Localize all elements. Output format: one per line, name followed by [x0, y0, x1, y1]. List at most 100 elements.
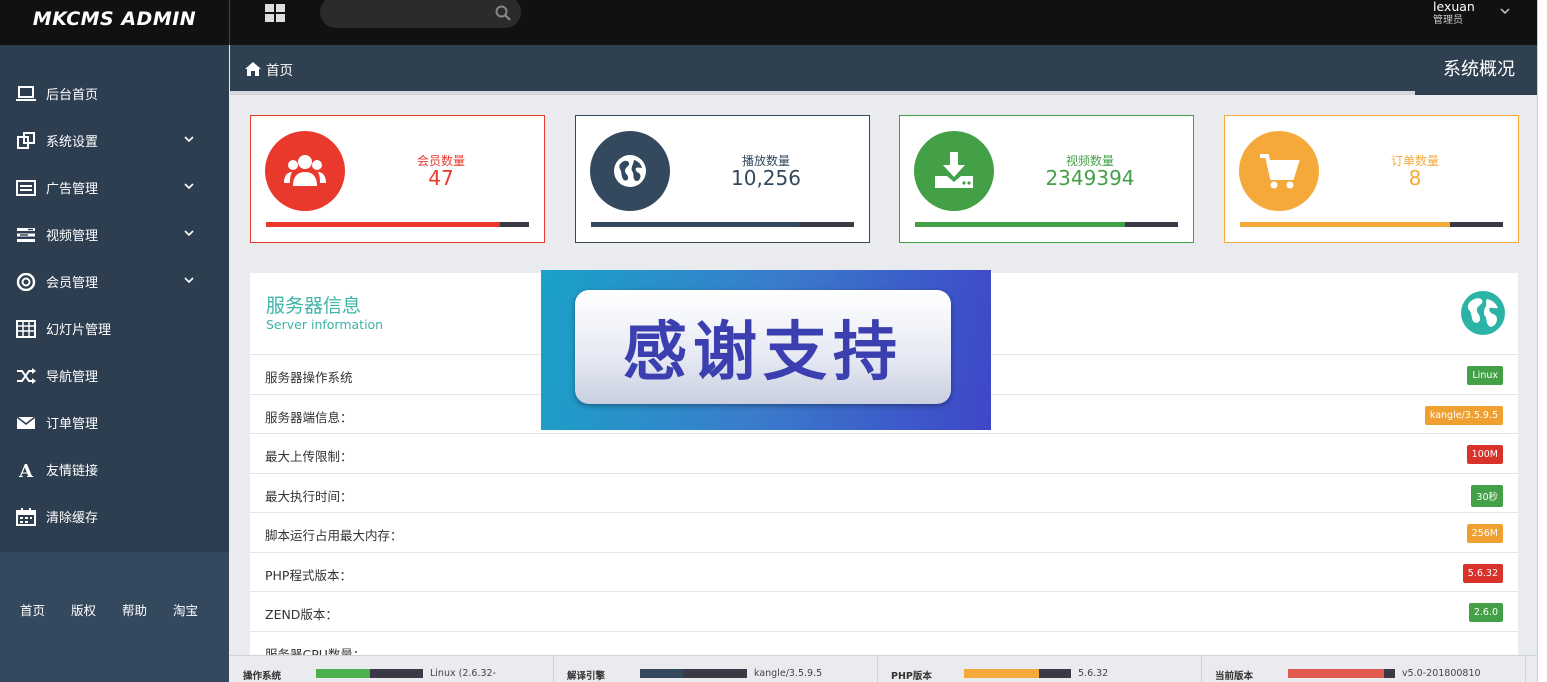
stat-card: 会员数量 47	[250, 115, 545, 243]
stat-value: 2349394	[1045, 166, 1135, 190]
row-label: PHP程式版本：	[265, 567, 352, 583]
stat-progress-fill	[1240, 222, 1451, 227]
download-icon	[935, 152, 973, 188]
table-row: PHP程式版本： 5.6.32	[250, 553, 1518, 592]
row-label: 最大执行时间：	[265, 488, 353, 504]
stat-progress-bar	[591, 222, 854, 227]
stat-value: 47	[428, 166, 454, 190]
globe-icon	[614, 155, 646, 187]
row-label: ZEND版本：	[265, 607, 338, 622]
sidebar-item-label: 友情链接	[46, 464, 99, 479]
status-value: v5.0-201800810	[1402, 668, 1481, 679]
footer-link[interactable]: 淘宝	[173, 600, 198, 619]
status-progress-fill	[1288, 669, 1385, 678]
cart-icon	[1260, 154, 1300, 189]
stat-icon-circle	[590, 131, 670, 211]
chevron-down-icon[interactable]	[183, 180, 195, 192]
users-icon	[284, 155, 326, 186]
user-menu[interactable]: lexuan 管理员	[1433, 0, 1475, 28]
sidebar-item-label: 导航管理	[46, 370, 99, 385]
sidebar-item-9[interactable]: 清除缓存	[0, 493, 229, 540]
sidebar-item-8[interactable]: A 友情链接	[0, 446, 229, 493]
chevron-down-icon[interactable]	[183, 133, 195, 145]
status-progress-fill	[964, 669, 1039, 678]
status-value: Linux (2.6.32-	[430, 668, 496, 679]
sidebar-item-label: 系统设置	[46, 135, 99, 150]
breadcrumb-home[interactable]: 首页	[266, 59, 293, 79]
thanks-banner-plate: 感谢支持	[575, 290, 951, 404]
sidebar-item-2[interactable]: 广告管理	[0, 164, 229, 211]
row-label: 最大上传限制：	[265, 449, 353, 464]
status-progress-bar	[640, 669, 747, 678]
footer-link[interactable]: 首页	[20, 600, 45, 619]
sidebar-item-5[interactable]: 幻灯片管理	[0, 305, 229, 352]
home-icon	[245, 62, 261, 76]
table-row: 最大执行时间： 30秒	[250, 474, 1518, 513]
table-icon	[16, 319, 36, 338]
lifebuoy-icon	[16, 272, 36, 291]
sidebar-item-3[interactable]: 视频管理	[0, 211, 229, 258]
sidebar-item-1[interactable]: 系统设置	[0, 117, 229, 164]
stat-card: 播放数量 10,256	[575, 115, 870, 243]
row-label: 服务器端信息：	[265, 409, 353, 425]
row-label: 脚本运行占用最大内存：	[265, 528, 403, 543]
top-bar: lexuan 管理员	[229, 0, 1537, 45]
scrollbar[interactable]	[1537, 0, 1547, 682]
stat-progress-bar	[915, 222, 1178, 227]
status-label: PHP版本	[891, 671, 932, 682]
table-row: 脚本运行占用最大内存： 256M	[250, 513, 1518, 553]
sidebar-item-6[interactable]: 导航管理	[0, 352, 229, 399]
stat-value: 10,256	[731, 166, 801, 190]
status-item: PHP版本 5.6.32	[878, 656, 1202, 682]
sidebar-item-0[interactable]: 后台首页	[0, 70, 229, 117]
sidebar-nav: 后台首页系统设置广告管理视频管理会员管理 幻灯片管理导航管理订单管理 A 友情链接清除…	[0, 70, 229, 540]
status-label: 当前版本	[1215, 671, 1254, 682]
status-badge: 256M	[1466, 524, 1503, 543]
globe-icon	[1461, 291, 1505, 335]
sidebar-item-4[interactable]: 会员管理	[0, 258, 229, 305]
table-row: 服务器CPU数量：	[250, 632, 1518, 656]
status-label: 解译引擎	[567, 671, 606, 682]
search-icon[interactable]	[495, 5, 511, 21]
table-row: 最大上传限制： 100M	[250, 434, 1518, 474]
app-logo[interactable]: MKCMS ADMIN	[33, 8, 196, 30]
panel-subtitle: Server information	[266, 317, 384, 332]
stat-progress-bar	[1240, 222, 1503, 227]
chevron-down-icon[interactable]	[1500, 6, 1510, 16]
status-badge: 5.6.32	[1462, 563, 1503, 583]
grid-menu-icon[interactable]	[265, 4, 285, 22]
stat-progress-bar	[266, 222, 529, 227]
search-input[interactable]	[320, 0, 521, 28]
page-title: 系统概况	[1443, 59, 1515, 80]
breadcrumb-bar: 首页 系统概况	[230, 45, 1537, 95]
status-badge: 2.6.0	[1468, 603, 1503, 622]
laptop-icon	[16, 85, 36, 101]
chevron-down-icon[interactable]	[183, 274, 195, 286]
status-bar: 操作系统 Linux (2.6.32- 解译引擎 kangle/3.5.9.5 PHP版…	[230, 655, 1537, 682]
calendar-icon	[16, 507, 36, 526]
font-icon: A	[18, 461, 34, 479]
stat-progress-fill	[266, 222, 501, 227]
status-progress-fill	[316, 669, 370, 678]
sidebar-item-label: 后台首页	[46, 88, 99, 103]
status-item: 解译引擎 kangle/3.5.9.5	[554, 656, 878, 682]
user-role: 管理员	[1433, 15, 1463, 26]
breadcrumb[interactable]: 首页	[245, 59, 293, 79]
stat-icon-circle	[265, 131, 345, 211]
list-icon	[16, 179, 36, 196]
status-value: 5.6.32	[1078, 668, 1109, 679]
sidebar-item-label: 视频管理	[46, 229, 99, 244]
sidebar-item-7[interactable]: 订单管理	[0, 399, 229, 446]
status-value: kangle/3.5.9.5	[754, 668, 823, 679]
footer-link[interactable]: 版权	[71, 600, 96, 619]
chevron-down-icon[interactable]	[183, 227, 195, 239]
footer-link[interactable]: 帮助	[122, 600, 147, 619]
app-root: MKCMS ADMIN 后台首页系统设置广告管理视频管理会员管理 幻灯片管理导航管…	[0, 0, 1547, 682]
status-label: 操作系统	[243, 671, 282, 682]
stat-card: 订单数量 8	[1224, 115, 1519, 243]
row-label: 服务器操作系统	[265, 370, 353, 385]
thanks-banner-image: 感谢支持	[541, 270, 991, 430]
stat-progress-fill	[591, 222, 799, 227]
sidebar-item-label: 广告管理	[46, 182, 99, 197]
status-badge: kangle/3.5.9.5	[1424, 405, 1503, 425]
